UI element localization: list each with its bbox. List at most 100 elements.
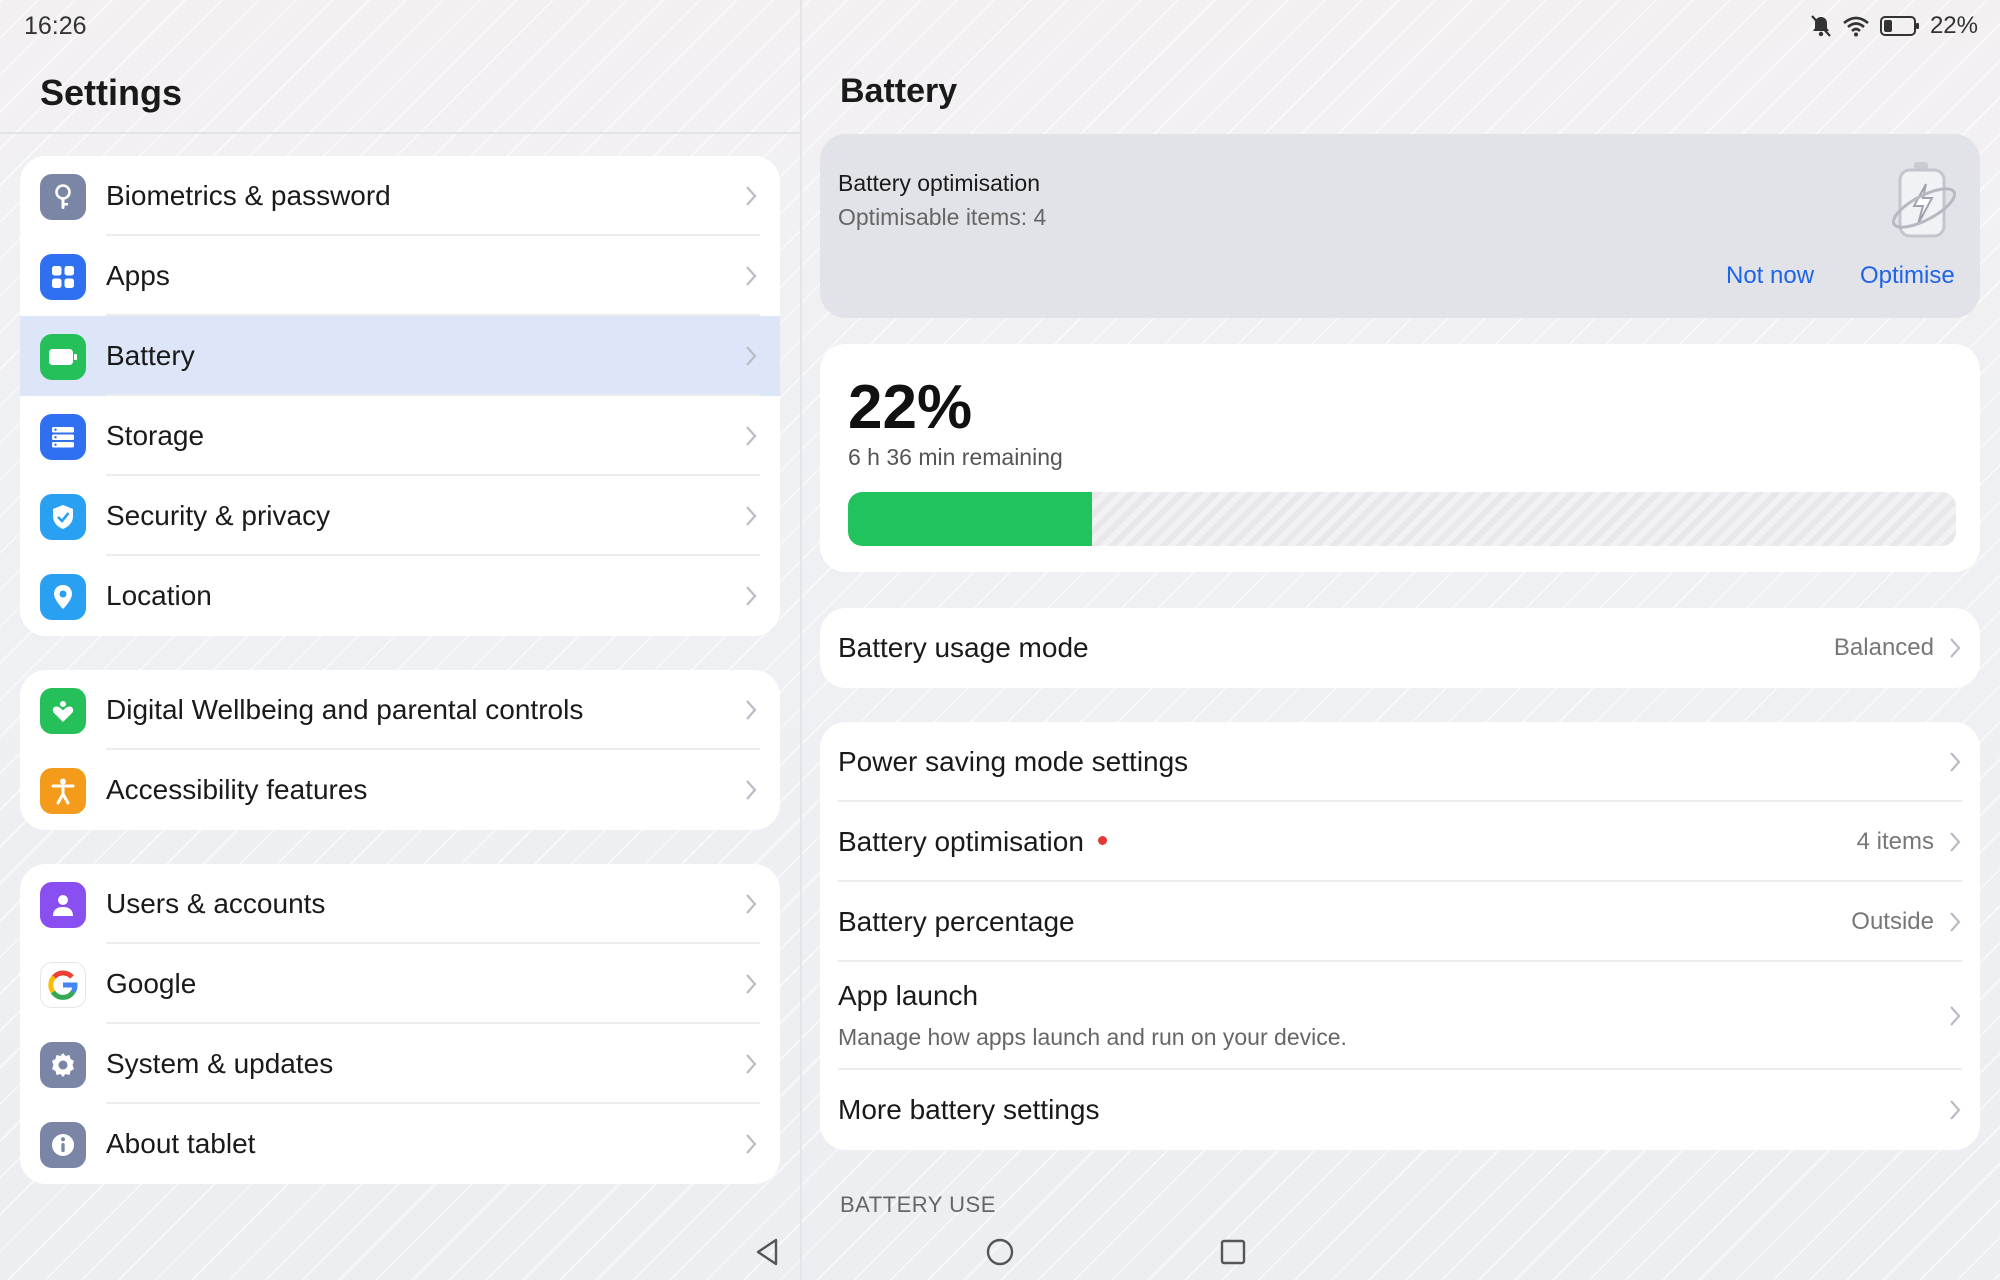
chevron-right-icon	[746, 1134, 757, 1154]
wifi-icon	[1842, 15, 1870, 37]
settings-item-label: Digital Wellbeing and parental controls	[106, 694, 584, 725]
settings-item-apps[interactable]: Apps	[20, 236, 780, 316]
chevron-right-icon	[746, 974, 757, 994]
settings-item-biometrics[interactable]: Biometrics & password	[20, 156, 780, 236]
user-icon	[40, 882, 86, 928]
settings-item-accessibility[interactable]: Accessibility features	[20, 750, 780, 830]
page-title: Settings	[40, 72, 183, 113]
settings-item-digital-wellbeing[interactable]: Digital Wellbeing and parental controls	[20, 670, 780, 750]
chevron-right-icon	[1950, 832, 1961, 852]
chevron-right-icon	[746, 586, 757, 606]
settings-item-label: Location	[106, 580, 212, 611]
status-icons: 22%	[1810, 12, 1978, 40]
settings-item-label: Security & privacy	[106, 500, 331, 531]
chevron-right-icon	[746, 186, 757, 206]
battery-status-icon	[1879, 15, 1920, 37]
settings-item-label: Accessibility features	[106, 774, 368, 805]
info-icon	[40, 1122, 86, 1168]
chevron-right-icon	[746, 700, 757, 720]
settings-item-users-accounts[interactable]: Users & accounts	[20, 864, 780, 944]
settings-item-label: Google	[106, 968, 197, 999]
status-bar: 16:26 22%	[0, 0, 2000, 54]
accessibility-icon	[40, 768, 86, 814]
pane-divider	[800, 0, 802, 1280]
chevron-right-icon	[746, 894, 757, 914]
power-saving-settings-row[interactable]: Power saving mode settings	[820, 722, 1980, 802]
chevron-right-icon	[1950, 912, 1961, 932]
status-battery-percent: 22%	[1929, 12, 1978, 39]
chevron-right-icon	[746, 266, 757, 286]
section-header-battery-use: BATTERY USE	[840, 1192, 996, 1217]
settings-item-location[interactable]: Location	[20, 556, 780, 636]
battery-optimisation-row[interactable]: Battery optimisation 4 items	[820, 802, 1980, 882]
settings-item-battery[interactable]: Battery	[20, 316, 780, 396]
battery-percentage-row[interactable]: Battery percentage Outside	[820, 882, 1980, 962]
bell-muted-icon	[1810, 14, 1832, 38]
row-label: App launch	[838, 980, 979, 1011]
settings-item-label: About tablet	[106, 1128, 256, 1159]
apps-grid-icon	[40, 254, 86, 300]
settings-item-google[interactable]: Google	[20, 944, 780, 1024]
chevron-right-icon	[746, 346, 757, 366]
not-now-button[interactable]: Not now	[1726, 262, 1814, 290]
row-value: Balanced	[1833, 634, 1934, 661]
battery-level-card: 22% 6 h 36 min remaining	[820, 344, 1980, 572]
battery-level-fill	[848, 492, 1092, 546]
chevron-right-icon	[1950, 752, 1961, 772]
battery-percent: 22%	[848, 373, 973, 442]
row-value: 4 items	[1856, 828, 1934, 855]
status-time: 16:26	[24, 12, 87, 40]
shield-check-icon	[40, 494, 86, 540]
settings-item-label: Battery	[106, 340, 195, 371]
wellbeing-heart-icon	[40, 688, 86, 734]
row-label: Power saving mode settings	[838, 746, 1189, 777]
location-pin-icon	[40, 574, 86, 620]
battery-usage-mode-row[interactable]: Battery usage mode Balanced	[820, 608, 1980, 688]
battery-settings-card: Power saving mode settings Battery optim…	[820, 722, 1980, 1150]
optimisation-card-subtitle: Optimisable items: 4	[838, 204, 1047, 230]
settings-item-label: Biometrics & password	[106, 180, 391, 211]
settings-item-label: System & updates	[106, 1048, 334, 1079]
row-label: Battery percentage	[838, 906, 1075, 937]
battery-charging-illustration-icon	[1891, 162, 1957, 238]
optimise-button[interactable]: Optimise	[1860, 262, 1955, 290]
storage-icon	[40, 414, 86, 460]
chevron-right-icon	[746, 1054, 757, 1074]
settings-item-system-updates[interactable]: System & updates	[20, 1024, 780, 1104]
settings-item-label: Apps	[106, 260, 170, 291]
battery-detail-pane: Battery Battery optimisation Optimisable…	[802, 0, 2000, 1280]
more-battery-settings-row[interactable]: More battery settings	[820, 1070, 1980, 1150]
optimisation-card-title: Battery optimisation	[838, 170, 1040, 196]
row-subtitle: Manage how apps launch and run on your d…	[838, 1024, 1347, 1050]
settings-item-storage[interactable]: Storage	[20, 396, 780, 476]
detail-title: Battery	[840, 72, 958, 110]
settings-group-2: Digital Wellbeing and parental controls …	[20, 670, 780, 830]
home-icon[interactable]	[984, 1236, 1016, 1268]
chevron-right-icon	[1950, 638, 1961, 658]
settings-item-security[interactable]: Security & privacy	[20, 476, 780, 556]
gear-icon	[40, 1042, 86, 1088]
app-launch-row[interactable]: App launch Manage how apps launch and ru…	[820, 962, 1980, 1070]
settings-group-3: Users & accounts Google System & updates…	[20, 864, 780, 1184]
navigation-bar	[0, 1226, 2000, 1280]
back-icon[interactable]	[752, 1236, 782, 1268]
divider	[0, 132, 800, 134]
battery-icon	[40, 334, 86, 380]
usage-mode-card: Battery usage mode Balanced	[820, 608, 1980, 688]
settings-group-1: Biometrics & password Apps Battery Stora…	[20, 156, 780, 636]
row-label-text: Battery optimisation	[838, 826, 1084, 857]
row-label: Battery usage mode	[838, 632, 1089, 663]
battery-optimisation-card: Battery optimisation Optimisable items: …	[820, 134, 1980, 318]
settings-item-label: Storage	[106, 420, 205, 451]
google-g-icon	[40, 962, 86, 1008]
chevron-right-icon	[1950, 1006, 1961, 1026]
settings-item-about-tablet[interactable]: About tablet	[20, 1104, 780, 1184]
recents-icon[interactable]	[1218, 1236, 1248, 1268]
key-icon	[40, 174, 86, 220]
settings-item-label: Users & accounts	[106, 888, 326, 919]
settings-list-pane: Settings Biometrics & password Apps Batt…	[0, 0, 800, 1280]
row-value: Outside	[1851, 908, 1934, 935]
battery-level-bar	[848, 492, 1956, 546]
chevron-right-icon	[746, 780, 757, 800]
row-label: More battery settings	[838, 1094, 1100, 1125]
